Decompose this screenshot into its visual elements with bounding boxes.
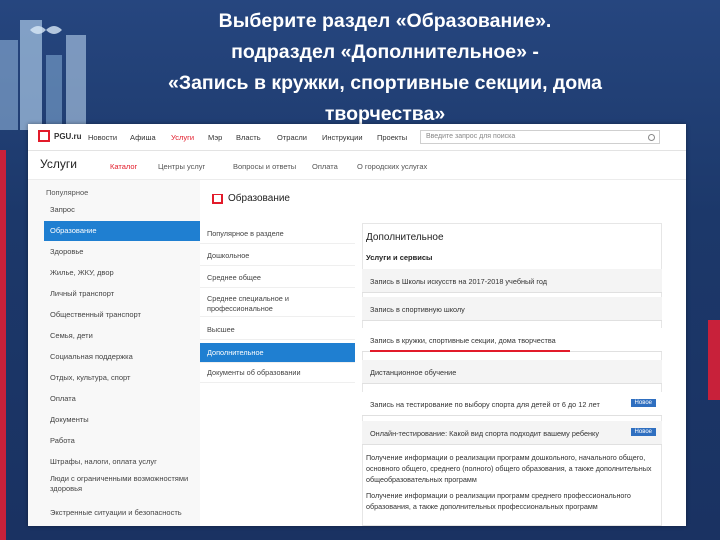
services-heading: Услуги и сервисы	[366, 253, 433, 262]
subsection-item[interactable]: Среднее специальное и профессиональное	[200, 291, 355, 317]
sidebar-back-link[interactable]: Популярное	[46, 188, 88, 197]
highlight-underline	[370, 350, 570, 352]
new-badge: Новое	[630, 428, 656, 436]
category-item[interactable]: Личный транспорт	[44, 284, 200, 304]
subnav-about-services[interactable]: О городских услугах	[357, 162, 427, 171]
right-red-decoration	[708, 320, 720, 400]
subsection-item-additional[interactable]: Дополнительное	[200, 343, 355, 363]
search-placeholder: Введите запрос для поиска	[426, 133, 516, 140]
subsection-item[interactable]: Среднее общее	[200, 268, 355, 288]
service-label: Запись на тестирование по выбору спорта …	[370, 400, 600, 409]
service-label: Запись в спортивную школу	[370, 305, 465, 314]
nav-item-afisha[interactable]: Афиша	[130, 133, 156, 142]
nav-item-instructions[interactable]: Инструкции	[322, 133, 363, 142]
search-input[interactable]: Введите запрос для поиска	[420, 130, 660, 144]
category-item[interactable]: Оплата	[44, 389, 200, 409]
nav-item-news[interactable]: Новости	[88, 133, 117, 142]
service-item[interactable]: Запись на тестирование по выбору спорта …	[362, 392, 662, 416]
nav-item-services[interactable]: Услуги	[171, 133, 194, 142]
subsection-column: Образование Популярное в разделе Дошколь…	[200, 180, 360, 526]
subsection-item[interactable]: Дошкольное	[200, 246, 355, 266]
subnav-faq[interactable]: Вопросы и ответы	[233, 162, 296, 171]
heading-line: Выберите раздел «Образование».	[218, 10, 552, 32]
service-label: Запись в Школы искусств на 2017-2018 уче…	[370, 277, 548, 286]
heading-line: «Запись в кружки, спортивные секции, дом…	[168, 72, 602, 94]
category-item[interactable]: Жилье, ЖКУ, двор	[44, 263, 200, 283]
logo-icon[interactable]	[38, 130, 50, 142]
info-item[interactable]: Получение информации о реализации програ…	[366, 490, 656, 512]
nav-item-mayor[interactable]: Мэр	[208, 133, 222, 142]
service-label: Запись в кружки, спортивные секции, дома…	[370, 336, 556, 345]
subnav-title: Услуги	[40, 157, 77, 171]
service-item[interactable]: Онлайн-тестирование: Какой вид спорта по…	[362, 421, 662, 445]
service-item[interactable]: Дистанционное обучение	[362, 360, 662, 384]
category-item[interactable]: Социальная поддержка	[44, 347, 200, 367]
category-item[interactable]: Люди с ограниченными возможностями здоро…	[44, 473, 200, 493]
heading-line: подраздел «Дополнительное» -	[231, 41, 539, 63]
logo-text[interactable]: PGU.ru	[54, 132, 82, 141]
left-red-decoration	[0, 150, 6, 540]
portal-screenshot: PGU.ru Новости Афиша Услуги Мэр Власть О…	[28, 124, 686, 526]
category-item[interactable]: Документы	[44, 410, 200, 430]
service-item[interactable]: Запись в Школы искусств на 2017-2018 уче…	[362, 269, 662, 293]
category-item[interactable]: Семья, дети	[44, 326, 200, 346]
category-item[interactable]: Работа	[44, 431, 200, 451]
category-item[interactable]: Штрафы, налоги, оплата услуг	[44, 452, 200, 472]
info-item[interactable]: Получение информации о реализации програ…	[366, 452, 656, 485]
new-badge: Новое	[630, 399, 656, 407]
category-item[interactable]: Отдых, культура, спорт	[44, 368, 200, 388]
slide-heading: Выберите раздел «Образование». подраздел…	[90, 6, 680, 130]
nav-item-projects[interactable]: Проекты	[377, 133, 407, 142]
detail-column: Дополнительное Услуги и сервисы Запись в…	[360, 180, 686, 526]
search-icon[interactable]	[648, 134, 655, 141]
category-sidebar: Популярное Запрос Образование Здоровье Ж…	[28, 180, 201, 526]
service-item[interactable]: Запись в спортивную школу	[362, 297, 662, 321]
category-item[interactable]: Запрос	[44, 200, 200, 220]
subnav-payment[interactable]: Оплата	[312, 162, 338, 171]
subsection-item[interactable]: Документы об образовании	[200, 363, 355, 383]
service-item-clubs-enrollment[interactable]: Запись в кружки, спортивные секции, дома…	[362, 328, 662, 352]
subsection-item[interactable]: Высшее	[200, 320, 355, 340]
top-navigation: PGU.ru Новости Афиша Услуги Мэр Власть О…	[28, 124, 686, 151]
nav-item-industries[interactable]: Отрасли	[277, 133, 307, 142]
service-label: Онлайн-тестирование: Какой вид спорта по…	[370, 429, 599, 438]
subnav-service-centers[interactable]: Центры услуг	[158, 162, 205, 171]
subsection-item[interactable]: Популярное в разделе	[200, 224, 355, 244]
category-item[interactable]: Здоровье	[44, 242, 200, 262]
section-title: Образование	[228, 193, 290, 204]
service-label: Дистанционное обучение	[370, 368, 457, 377]
category-item[interactable]: Общественный транспорт	[44, 305, 200, 325]
book-icon	[212, 194, 223, 204]
detail-title: Дополнительное	[366, 232, 444, 243]
category-item-education[interactable]: Образование	[44, 221, 200, 241]
subnav-catalog[interactable]: Каталог	[110, 162, 137, 171]
category-item[interactable]: Экстренные ситуации и безопасность	[44, 503, 200, 523]
services-subnav: Услуги Каталог Центры услуг Вопросы и от…	[28, 151, 686, 180]
nav-item-government[interactable]: Власть	[236, 133, 261, 142]
